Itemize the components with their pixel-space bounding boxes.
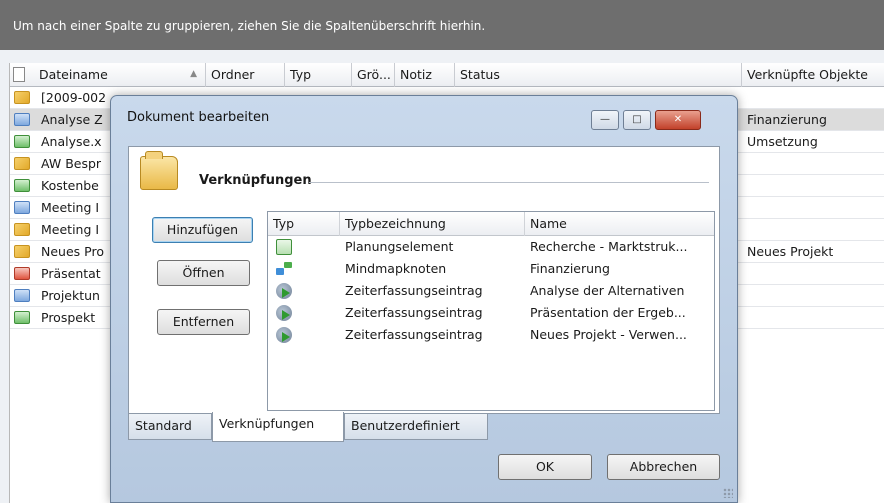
- remove-button[interactable]: Entfernen: [157, 309, 250, 335]
- minimize-button[interactable]: —: [591, 110, 619, 130]
- mail-icon: [14, 91, 30, 104]
- planning-element-icon: [276, 239, 292, 255]
- close-button[interactable]: ✕: [655, 110, 701, 130]
- list-item[interactable]: Planungselement Recherche - Marktstruk..…: [268, 236, 714, 258]
- add-button[interactable]: Hinzufügen: [152, 217, 253, 243]
- list-header-name[interactable]: Name: [525, 212, 714, 236]
- mail-icon: [14, 157, 30, 170]
- spreadsheet-icon: [14, 311, 30, 324]
- list-item[interactable]: Zeiterfassungseintrag Präsentation der E…: [268, 302, 714, 324]
- list-item[interactable]: Zeiterfassungseintrag Neues Projekt - Ve…: [268, 324, 714, 346]
- column-header-verknuepfte-objekte[interactable]: Verknüpfte Objekte: [742, 63, 884, 87]
- resize-grip-icon[interactable]: [723, 488, 733, 498]
- edit-document-dialog: Dokument bearbeiten — □ ✕ Verknüpfungen …: [110, 95, 738, 503]
- list-header-typ[interactable]: Typ: [268, 212, 340, 236]
- column-header-typ[interactable]: Typ: [285, 63, 352, 87]
- document-icon: [14, 289, 30, 302]
- group-divider: [309, 182, 709, 183]
- document-icon: [14, 201, 30, 214]
- group-by-area[interactable]: Um nach einer Spalte zu gruppieren, zieh…: [0, 0, 884, 50]
- column-header-notiz[interactable]: Notiz: [395, 63, 455, 87]
- tab-standard[interactable]: Standard: [128, 414, 212, 440]
- column-header-ordner[interactable]: Ordner: [206, 63, 285, 87]
- links-list-header: Typ Typbezeichnung Name: [268, 212, 714, 236]
- time-entry-icon: [276, 283, 292, 299]
- mail-icon: [14, 223, 30, 236]
- time-entry-icon: [276, 327, 292, 343]
- open-button[interactable]: Öffnen: [157, 260, 250, 286]
- group-title: Verknüpfungen: [199, 173, 312, 188]
- grid-header: Dateiname ▲ Ordner Typ Grö... Notiz Stat…: [10, 63, 884, 87]
- folder-icon: [140, 151, 178, 190]
- presentation-icon: [14, 267, 30, 280]
- column-header-dateiname[interactable]: Dateiname ▲: [34, 63, 206, 87]
- column-header-groesse[interactable]: Grö...: [352, 63, 395, 87]
- tab-benutzerdefiniert[interactable]: Benutzerdefiniert: [344, 414, 488, 440]
- maximize-button[interactable]: □: [623, 110, 651, 130]
- spreadsheet-icon: [14, 135, 30, 148]
- cancel-button[interactable]: Abbrechen: [607, 454, 720, 480]
- list-item[interactable]: Zeiterfassungseintrag Analyse der Altern…: [268, 280, 714, 302]
- time-entry-icon: [276, 305, 292, 321]
- tab-verknuepfungen[interactable]: Verknüpfungen: [212, 412, 344, 442]
- ok-button[interactable]: OK: [498, 454, 592, 480]
- links-panel: Verknüpfungen Hinzufügen Öffnen Entferne…: [128, 146, 720, 414]
- mail-icon: [14, 245, 30, 258]
- mindmap-node-icon: [276, 261, 292, 277]
- sort-ascending-icon: ▲: [190, 69, 197, 79]
- dialog-title: Dokument bearbeiten: [127, 110, 270, 125]
- list-item[interactable]: Mindmapknoten Finanzierung: [268, 258, 714, 280]
- document-type-header-icon[interactable]: [13, 67, 25, 82]
- links-list[interactable]: Typ Typbezeichnung Name Planungselement …: [267, 211, 715, 411]
- group-hint-text: Um nach einer Spalte zu gruppieren, zieh…: [13, 19, 486, 33]
- document-icon: [14, 113, 30, 126]
- list-header-typbezeichnung[interactable]: Typbezeichnung: [340, 212, 525, 236]
- column-header-status[interactable]: Status: [455, 63, 742, 87]
- spreadsheet-icon: [14, 179, 30, 192]
